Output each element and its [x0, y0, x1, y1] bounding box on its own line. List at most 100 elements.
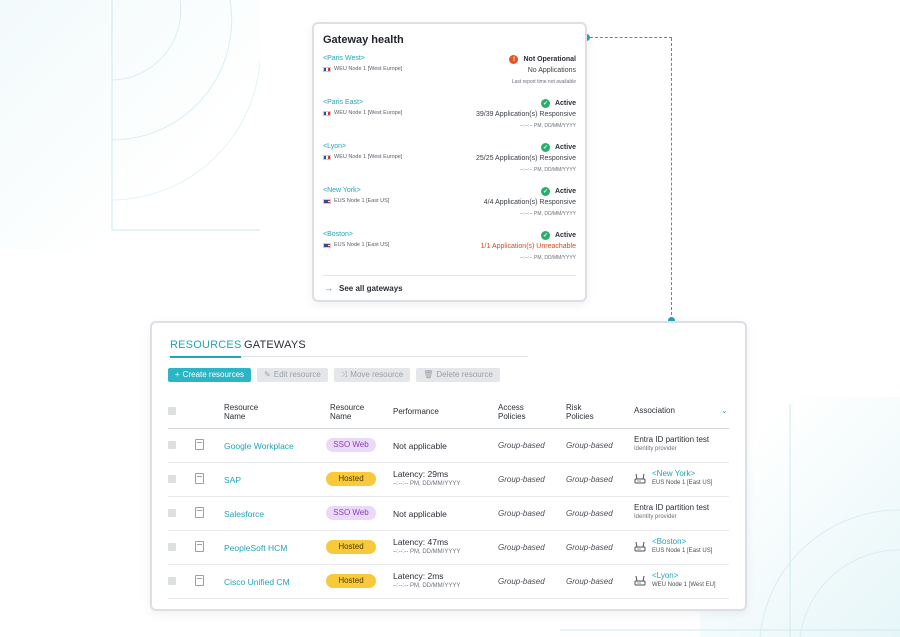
resource-name-link[interactable]: PeopleSoft HCM	[224, 543, 287, 553]
column-header-resource-type[interactable]: Resource Name	[330, 403, 380, 421]
check-circle-icon: ✓	[540, 99, 550, 108]
risk-policy: Group-based	[566, 509, 613, 518]
table-row[interactable]: Cisco Unified CM Hosted Latency: 2ms --:--:…	[168, 565, 729, 599]
association-node: EUS Node 1 [East US]	[652, 548, 713, 554]
background-arcs	[111, 0, 260, 231]
document-icon	[195, 439, 204, 450]
gateway-status-label: Not Operational	[523, 56, 576, 63]
row-checkbox[interactable]	[168, 577, 176, 585]
gateway-report-time: --:--:-- PM, DD/MM/YYYY	[519, 255, 576, 261]
gateway-node: EUS Node 1 [East US]	[323, 242, 389, 248]
gateway-node: EUS Node 1 [East US]	[323, 198, 389, 204]
performance-value: Latency: 29ms	[393, 469, 449, 479]
edit-resource-button[interactable]: ✎ Edit resource	[257, 368, 328, 382]
performance-time: --:--:-- PM, DD/MM/YYYY	[393, 583, 461, 589]
tab-gateways[interactable]: GATEWAYS	[244, 339, 306, 351]
check-circle-icon: ✓	[540, 231, 550, 240]
delete-resource-button[interactable]: 🗑 Delete resource	[416, 368, 500, 382]
resource-type-badge: Hosted	[326, 540, 376, 554]
router-icon	[634, 473, 646, 484]
gateway-name[interactable]: <Lyon>	[323, 143, 346, 150]
connector-line	[590, 37, 672, 38]
see-all-label: See all gateways	[339, 283, 403, 293]
gateway-name[interactable]: <Paris East>	[323, 99, 363, 106]
gateway-status: ✓ Active	[540, 99, 576, 108]
resource-type-badge: SSO Web	[326, 506, 376, 520]
gateway-status-label: Active	[554, 232, 576, 239]
column-header-access-policies[interactable]: Access Policies	[498, 403, 538, 421]
gateway-node-label: WEU Node 1 [West Europe]	[334, 66, 403, 72]
column-header-performance[interactable]: Performance	[393, 407, 439, 416]
gateway-status-label: Active	[554, 144, 576, 151]
column-header-association[interactable]: Association	[634, 406, 675, 415]
connector-line	[671, 38, 672, 320]
gateway-node: WEU Node 1 [West Europe]	[323, 66, 402, 72]
row-checkbox[interactable]	[168, 509, 176, 517]
resource-name-link[interactable]: Salesforce	[224, 509, 264, 519]
risk-policy: Group-based	[566, 577, 613, 586]
document-icon	[195, 473, 204, 484]
table-row[interactable]: Salesforce SSO Web Not applicable Group-bas…	[168, 497, 729, 531]
association-gateway-link[interactable]: <Boston>	[652, 537, 686, 546]
resource-name-link[interactable]: Cisco Unified CM	[224, 577, 290, 587]
see-all-gateways-link[interactable]: → See all gateways	[324, 283, 403, 293]
gateway-node: WEU Node 1 [West Europe]	[323, 110, 402, 116]
chevron-down-icon[interactable]: ⌄	[721, 406, 728, 415]
resource-type-badge: Hosted	[326, 472, 376, 486]
resource-toolbar: + Create resources ✎ Edit resource ⤨ Move r…	[168, 368, 500, 382]
column-header-resource-name[interactable]: Resource Name	[224, 403, 274, 421]
gateway-item[interactable]: <Paris East> WEU Node 1 [West Europe] ✓ Act…	[323, 99, 576, 139]
association-gateway-link[interactable]: <Lyon>	[652, 571, 678, 580]
pencil-icon: ✎	[264, 370, 271, 379]
row-checkbox[interactable]	[168, 475, 176, 483]
flag-icon	[323, 242, 331, 248]
access-policy: Group-based	[498, 441, 545, 450]
move-resource-label: Move resource	[350, 370, 404, 379]
gateway-status: ✓ Active	[540, 143, 576, 152]
resource-name-link[interactable]: Google Workplace	[224, 441, 294, 451]
association-gateway-link[interactable]: <New York>	[652, 469, 695, 478]
gateway-detail: 4/4 Application(s) Responsive	[483, 199, 576, 206]
gateway-report-time: --:--:-- PM, DD/MM/YYYY	[519, 123, 576, 129]
move-resource-button[interactable]: ⤨ Move resource	[333, 368, 411, 382]
table-row[interactable]: SAP Hosted Latency: 29ms --:--:-- PM, DD/MM…	[168, 463, 729, 497]
gateway-report-time: --:--:-- PM, DD/MM/YYYY	[519, 167, 576, 173]
resources-card: RESOURCES GATEWAYS + Create resources ✎ Ed…	[150, 321, 747, 611]
table-row[interactable]: PeopleSoft HCM Hosted Latency: 47ms --:--:-…	[168, 531, 729, 565]
gateway-detail: 39/39 Application(s) Responsive	[475, 111, 576, 118]
gateway-detail: No Applications	[527, 67, 576, 74]
performance-value: Latency: 2ms	[393, 571, 444, 581]
access-policy: Group-based	[498, 475, 545, 484]
gateway-item[interactable]: <Lyon> WEU Node 1 [West Europe] ✓ Active 25/…	[323, 143, 576, 183]
resource-name-link[interactable]: SAP	[224, 475, 241, 485]
select-all-checkbox[interactable]	[168, 407, 176, 415]
gateway-status: ✓ Active	[540, 231, 576, 240]
check-circle-icon: ✓	[540, 143, 550, 152]
access-policy: Group-based	[498, 577, 545, 586]
gateway-item[interactable]: <Boston> EUS Node 1 [East US] ✓ Active 1/1 A…	[323, 231, 576, 271]
document-icon	[195, 541, 204, 552]
gateway-name[interactable]: <Paris West>	[323, 55, 365, 62]
gateway-node-label: WEU Node 1 [West Europe]	[334, 110, 403, 116]
gateway-health-card: Gateway health <Paris West> WEU Node 1 [W…	[312, 22, 587, 302]
gateway-name[interactable]: <New York>	[323, 187, 361, 194]
create-resources-button[interactable]: + Create resources	[168, 368, 252, 382]
gateway-name[interactable]: <Boston>	[323, 231, 353, 238]
flag-icon	[323, 66, 331, 72]
row-checkbox[interactable]	[168, 543, 176, 551]
performance-value: Not applicable	[393, 441, 447, 451]
gateway-item[interactable]: <New York> EUS Node 1 [East US] ✓ Active 4/4…	[323, 187, 576, 227]
router-icon	[634, 541, 646, 552]
gateway-item[interactable]: <Paris West> WEU Node 1 [West Europe]! Not…	[323, 55, 576, 95]
arrow-right-icon: →	[324, 283, 333, 293]
move-icon: ⤨	[340, 370, 348, 379]
row-checkbox[interactable]	[168, 441, 176, 449]
performance-time: --:--:-- PM, DD/MM/YYYY	[393, 549, 461, 555]
risk-policy: Group-based	[566, 543, 613, 552]
tab-resources[interactable]: RESOURCES	[170, 339, 242, 358]
risk-policy: Group-based	[566, 441, 613, 450]
gateway-node-label: WEU Node 1 [West Europe]	[334, 154, 403, 160]
table-row[interactable]: Google Workplace SSO Web Not applicable Gro…	[168, 429, 729, 463]
access-policy: Group-based	[498, 509, 545, 518]
column-header-risk-policies[interactable]: Risk Policies	[566, 403, 606, 421]
